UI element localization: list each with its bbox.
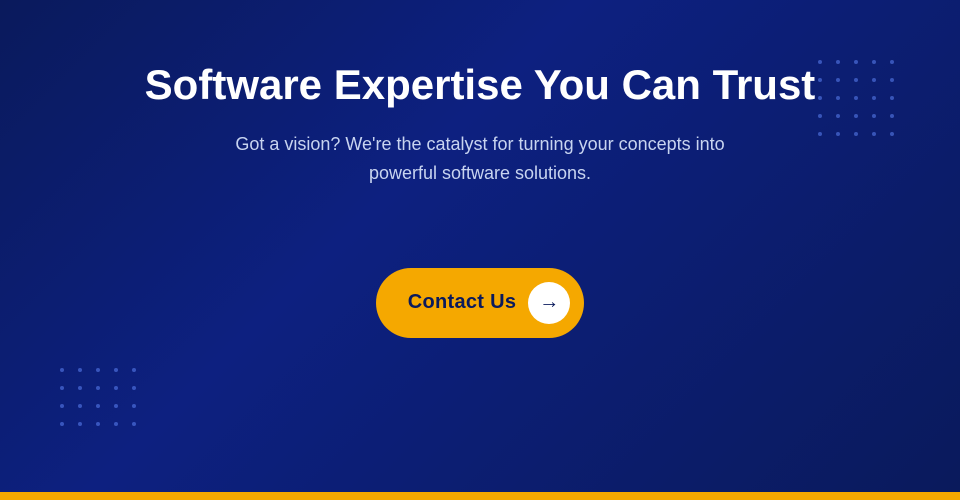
dots-decoration-top-right bbox=[818, 60, 900, 142]
contact-us-button[interactable]: Contact Us → bbox=[376, 268, 585, 338]
bottom-accent-bar bbox=[0, 492, 960, 500]
contact-us-label: Contact Us bbox=[408, 291, 517, 314]
hero-title: Software Expertise You Can Trust bbox=[145, 60, 816, 110]
hero-section: Software Expertise You Can Trust Got a v… bbox=[0, 0, 960, 492]
dots-decoration-bottom-left bbox=[60, 368, 142, 432]
contact-us-arrow-icon: → bbox=[528, 282, 570, 324]
hero-subtitle: Got a vision? We're the catalyst for tur… bbox=[220, 130, 740, 188]
page-wrapper: Software Expertise You Can Trust Got a v… bbox=[0, 0, 960, 500]
